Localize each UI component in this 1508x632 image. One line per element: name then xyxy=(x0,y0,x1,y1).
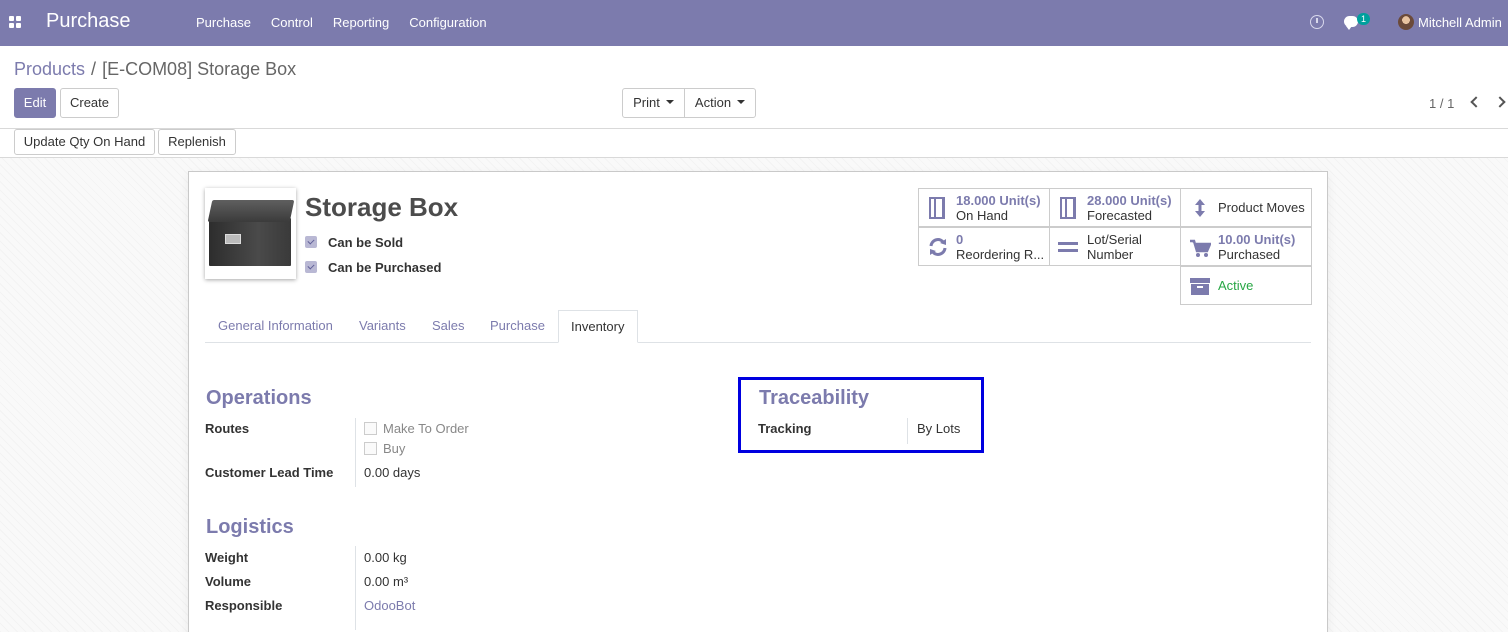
route-checkbox[interactable] xyxy=(364,422,377,435)
product-moves-smart-button[interactable]: Product Moves xyxy=(1180,188,1312,227)
storage-box-picture xyxy=(209,218,291,266)
app-brand[interactable]: Purchase xyxy=(46,10,131,33)
up-down-arrows-icon xyxy=(1195,199,1205,217)
menu-reporting[interactable]: Reporting xyxy=(333,15,389,30)
pager-next-icon[interactable] xyxy=(1494,96,1506,108)
forecasted-smart-button[interactable]: 28.000 Unit(s) Forecasted xyxy=(1049,188,1181,227)
list-bars-icon xyxy=(1058,238,1078,256)
building-icon xyxy=(1060,197,1076,219)
breadcrumb-separator: / xyxy=(91,59,97,79)
breadcrumb-products-link[interactable]: Products xyxy=(14,59,85,79)
notebook-tabs: General Information Variants Sales Purch… xyxy=(205,310,1311,343)
print-dropdown[interactable]: Print xyxy=(622,88,685,118)
breadcrumb: Products / [E-COM08] Storage Box xyxy=(14,59,296,80)
can-be-purchased-field: Can be Purchased xyxy=(305,259,441,275)
weight-field[interactable]: 0.00 kg xyxy=(364,550,407,565)
messaging-chat-icon[interactable] xyxy=(1344,16,1358,30)
active-toggle-smart-button[interactable]: Active xyxy=(1180,266,1312,305)
product-name[interactable]: Storage Box xyxy=(305,192,458,223)
responsible-link[interactable]: OdooBot xyxy=(364,598,415,613)
tab-inventory[interactable]: Inventory xyxy=(558,310,638,343)
action-dropdown[interactable]: Action xyxy=(684,88,756,118)
tab-general-information[interactable]: General Information xyxy=(206,310,345,343)
menu-purchase[interactable]: Purchase xyxy=(196,15,251,30)
refresh-icon xyxy=(929,238,947,256)
weight-label: Weight xyxy=(205,550,249,565)
volume-field[interactable]: 0.00 m³ xyxy=(364,574,408,589)
caret-down-icon xyxy=(665,99,674,104)
volume-label: Volume xyxy=(205,574,251,589)
create-button[interactable]: Create xyxy=(60,88,119,118)
route-buy[interactable]: Buy xyxy=(364,441,405,456)
replenish-button[interactable]: Replenish xyxy=(158,129,236,155)
top-navbar: Purchase Purchase Control Reporting Conf… xyxy=(0,0,1508,46)
traceability-highlight-box xyxy=(738,377,984,453)
chat-counter-badge: 1 xyxy=(1357,13,1371,25)
apps-menu-icon[interactable] xyxy=(9,16,21,28)
reordering-rules-smart-button[interactable]: 0 Reordering R... xyxy=(918,227,1050,266)
route-make-to-order[interactable]: Make To Order xyxy=(364,421,469,436)
caret-down-icon xyxy=(737,99,746,104)
tab-purchase[interactable]: Purchase xyxy=(478,310,557,343)
edit-button[interactable]: Edit xyxy=(14,88,56,118)
menu-configuration[interactable]: Configuration xyxy=(409,15,486,30)
main-menu: Purchase Control Reporting Configuration xyxy=(186,15,497,30)
user-avatar[interactable] xyxy=(1398,14,1414,30)
action-label: Action xyxy=(694,95,732,110)
shopping-cart-icon xyxy=(1190,239,1211,257)
purchased-smart-button[interactable]: 10.00 Unit(s) Purchased xyxy=(1180,227,1312,266)
logistics-title: Logistics xyxy=(206,516,294,538)
lot-serial-smart-button[interactable]: Lot/Serial Number xyxy=(1049,227,1181,266)
pager-value[interactable]: 1 / 1 xyxy=(1429,96,1454,111)
product-image[interactable] xyxy=(205,188,296,279)
update-qty-button[interactable]: Update Qty On Hand xyxy=(14,129,155,155)
menu-control[interactable]: Control xyxy=(271,15,313,30)
customer-lead-time-label: Customer Lead Time xyxy=(205,465,334,480)
building-icon xyxy=(929,197,945,219)
routes-label: Routes xyxy=(205,421,250,436)
user-menu-name[interactable]: Mitchell Admin xyxy=(1418,15,1502,30)
route-checkbox[interactable] xyxy=(364,442,377,455)
customer-lead-time-value[interactable]: 0.00 days xyxy=(364,465,420,480)
can-be-sold-label: Can be Sold xyxy=(328,234,404,250)
can-be-sold-checkbox[interactable] xyxy=(305,236,317,248)
breadcrumb-current: [E-COM08] Storage Box xyxy=(102,59,297,79)
can-be-purchased-checkbox[interactable] xyxy=(305,261,317,273)
activities-clock-icon[interactable] xyxy=(1310,15,1324,29)
can-be-sold-field: Can be Sold xyxy=(305,234,403,250)
tab-sales[interactable]: Sales xyxy=(420,310,477,343)
pager-previous-icon[interactable] xyxy=(1470,96,1482,108)
operations-title: Operations xyxy=(206,387,312,409)
responsible-label: Responsible xyxy=(205,598,283,613)
can-be-purchased-label: Can be Purchased xyxy=(328,259,442,275)
tab-variants[interactable]: Variants xyxy=(347,310,418,343)
archive-box-icon xyxy=(1190,278,1210,295)
on-hand-smart-button[interactable]: 18.000 Unit(s) On Hand xyxy=(918,188,1050,227)
print-label: Print xyxy=(633,95,660,110)
